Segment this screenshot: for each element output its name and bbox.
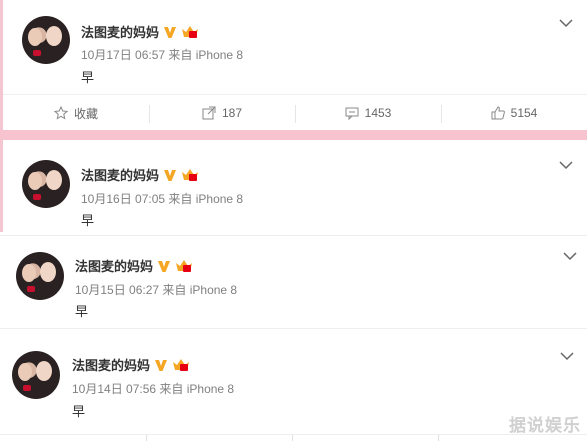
favorite-button[interactable]: 收藏 bbox=[3, 95, 149, 131]
avatar[interactable] bbox=[16, 252, 64, 300]
post-text: 早 bbox=[75, 304, 89, 319]
verified-badge-icon bbox=[155, 359, 168, 371]
crown-icon[interactable] bbox=[175, 259, 193, 273]
author-row: 法图麦的妈妈 bbox=[72, 355, 190, 374]
author-row: 法图麦的妈妈 bbox=[75, 256, 193, 275]
comment-icon bbox=[345, 107, 359, 120]
author-name[interactable]: 法图麦的妈妈 bbox=[72, 355, 150, 374]
author-row: 法图麦的妈妈 bbox=[81, 165, 199, 184]
repost-icon bbox=[202, 106, 216, 120]
crown-icon[interactable] bbox=[181, 168, 199, 182]
star-icon bbox=[53, 106, 68, 120]
action-bar: 收藏 187 1453 5154 bbox=[3, 94, 587, 131]
avatar[interactable] bbox=[22, 16, 70, 64]
chevron-down-icon[interactable] bbox=[559, 160, 573, 170]
watermark: 据说娱乐 bbox=[509, 416, 581, 435]
author-name[interactable]: 法图麦的妈妈 bbox=[75, 256, 153, 275]
avatar[interactable] bbox=[22, 160, 70, 208]
verified-badge-icon bbox=[164, 26, 177, 38]
comment-button[interactable]: 1453 bbox=[295, 95, 441, 131]
author-row: 法图麦的妈妈 bbox=[81, 22, 199, 41]
repost-count: 187 bbox=[221, 106, 243, 120]
card-separator bbox=[0, 130, 587, 140]
post-meta: 10月14日 07:56 来自 iPhone 8 bbox=[72, 382, 235, 396]
favorite-label: 收藏 bbox=[73, 106, 98, 121]
like-button[interactable]: 5154 bbox=[441, 95, 587, 131]
post-text: 早 bbox=[81, 70, 95, 85]
chevron-down-icon[interactable] bbox=[559, 18, 573, 28]
verified-badge-icon bbox=[164, 169, 177, 181]
post-meta: 10月15日 06:27 来自 iPhone 8 bbox=[75, 283, 238, 297]
post-card: 法图麦的妈妈 10月17日 06:57 来自 iPhone 8 早 收藏 187 bbox=[0, 0, 587, 130]
post-meta: 10月16日 07:05 来自 iPhone 8 bbox=[81, 192, 244, 206]
chevron-down-icon[interactable] bbox=[560, 351, 574, 361]
repost-button[interactable]: 187 bbox=[149, 95, 295, 131]
crown-icon[interactable] bbox=[181, 25, 199, 39]
post-meta: 10月17日 06:57 来自 iPhone 8 bbox=[81, 48, 244, 62]
author-name[interactable]: 法图麦的妈妈 bbox=[81, 22, 159, 41]
avatar[interactable] bbox=[12, 351, 60, 399]
author-name[interactable]: 法图麦的妈妈 bbox=[81, 165, 159, 184]
like-count: 5154 bbox=[510, 106, 538, 120]
post-card: 法图麦的妈妈 10月16日 07:05 来自 iPhone 8 早 bbox=[0, 140, 587, 232]
comment-count: 1453 bbox=[364, 106, 392, 120]
post-card: 法图麦的妈妈 10月15日 06:27 来自 iPhone 8 早 bbox=[0, 235, 587, 328]
crown-icon[interactable] bbox=[172, 358, 190, 372]
post-text: 早 bbox=[81, 213, 95, 228]
thumbs-up-icon bbox=[491, 106, 505, 120]
verified-badge-icon bbox=[158, 260, 171, 272]
chevron-down-icon[interactable] bbox=[563, 251, 577, 261]
post-card: 法图麦的妈妈 10月14日 07:56 来自 iPhone 8 早 bbox=[0, 328, 587, 441]
post-text: 早 bbox=[72, 404, 86, 419]
